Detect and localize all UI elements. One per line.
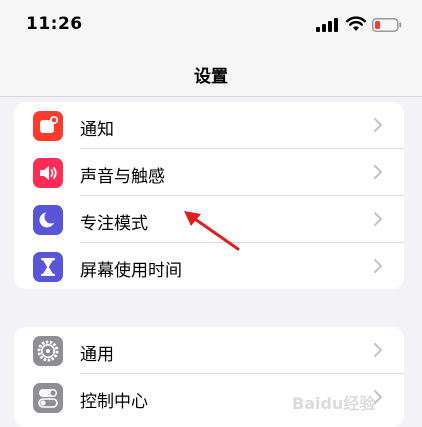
chevron-right-icon (374, 343, 382, 357)
settings-item-sounds-haptics[interactable]: 声音与触感 (14, 149, 404, 196)
control-center-icon-box (33, 383, 63, 413)
focus-icon-box (33, 205, 63, 235)
wifi-icon (346, 16, 366, 31)
gear-icon (33, 336, 63, 366)
bell-icon (33, 111, 63, 141)
page-title: 设置 (194, 67, 228, 87)
settings-item-general[interactable]: 通用 (14, 327, 404, 374)
sounds-icon-box (33, 158, 63, 188)
speaker-icon (33, 158, 63, 188)
general-icon-box (33, 336, 63, 366)
status-icons (308, 16, 408, 34)
chevron-right-icon (374, 212, 382, 226)
moon-icon (33, 205, 63, 235)
chevron-right-icon (374, 165, 382, 179)
settings-group-1: 通知 声音与触感 专注模式 屏幕使用时间 (14, 102, 404, 289)
settings-item-label: 控制中心 (80, 392, 148, 412)
navigation-bar: 设置 (0, 52, 422, 97)
notifications-icon-box (33, 111, 63, 141)
chevron-right-icon (374, 259, 382, 273)
cellular-signal-icon (316, 18, 338, 32)
settings-item-label: 通用 (80, 345, 114, 365)
status-time: 11:26 (26, 14, 83, 34)
annotation-arrow-icon (184, 211, 240, 251)
chevron-right-icon (374, 118, 382, 132)
settings-item-label: 专注模式 (80, 214, 148, 234)
watermark: Baidu经验 (292, 394, 376, 413)
hourglass-icon (33, 252, 63, 282)
settings-item-label: 通知 (80, 120, 114, 140)
status-bar: 11:26 (0, 0, 422, 52)
battery-icon (372, 18, 402, 32)
toggles-icon (33, 383, 63, 413)
settings-item-label: 声音与触感 (80, 167, 165, 187)
settings-item-notifications[interactable]: 通知 (14, 102, 404, 149)
screen-time-icon-box (33, 252, 63, 282)
settings-item-label: 屏幕使用时间 (80, 261, 182, 281)
